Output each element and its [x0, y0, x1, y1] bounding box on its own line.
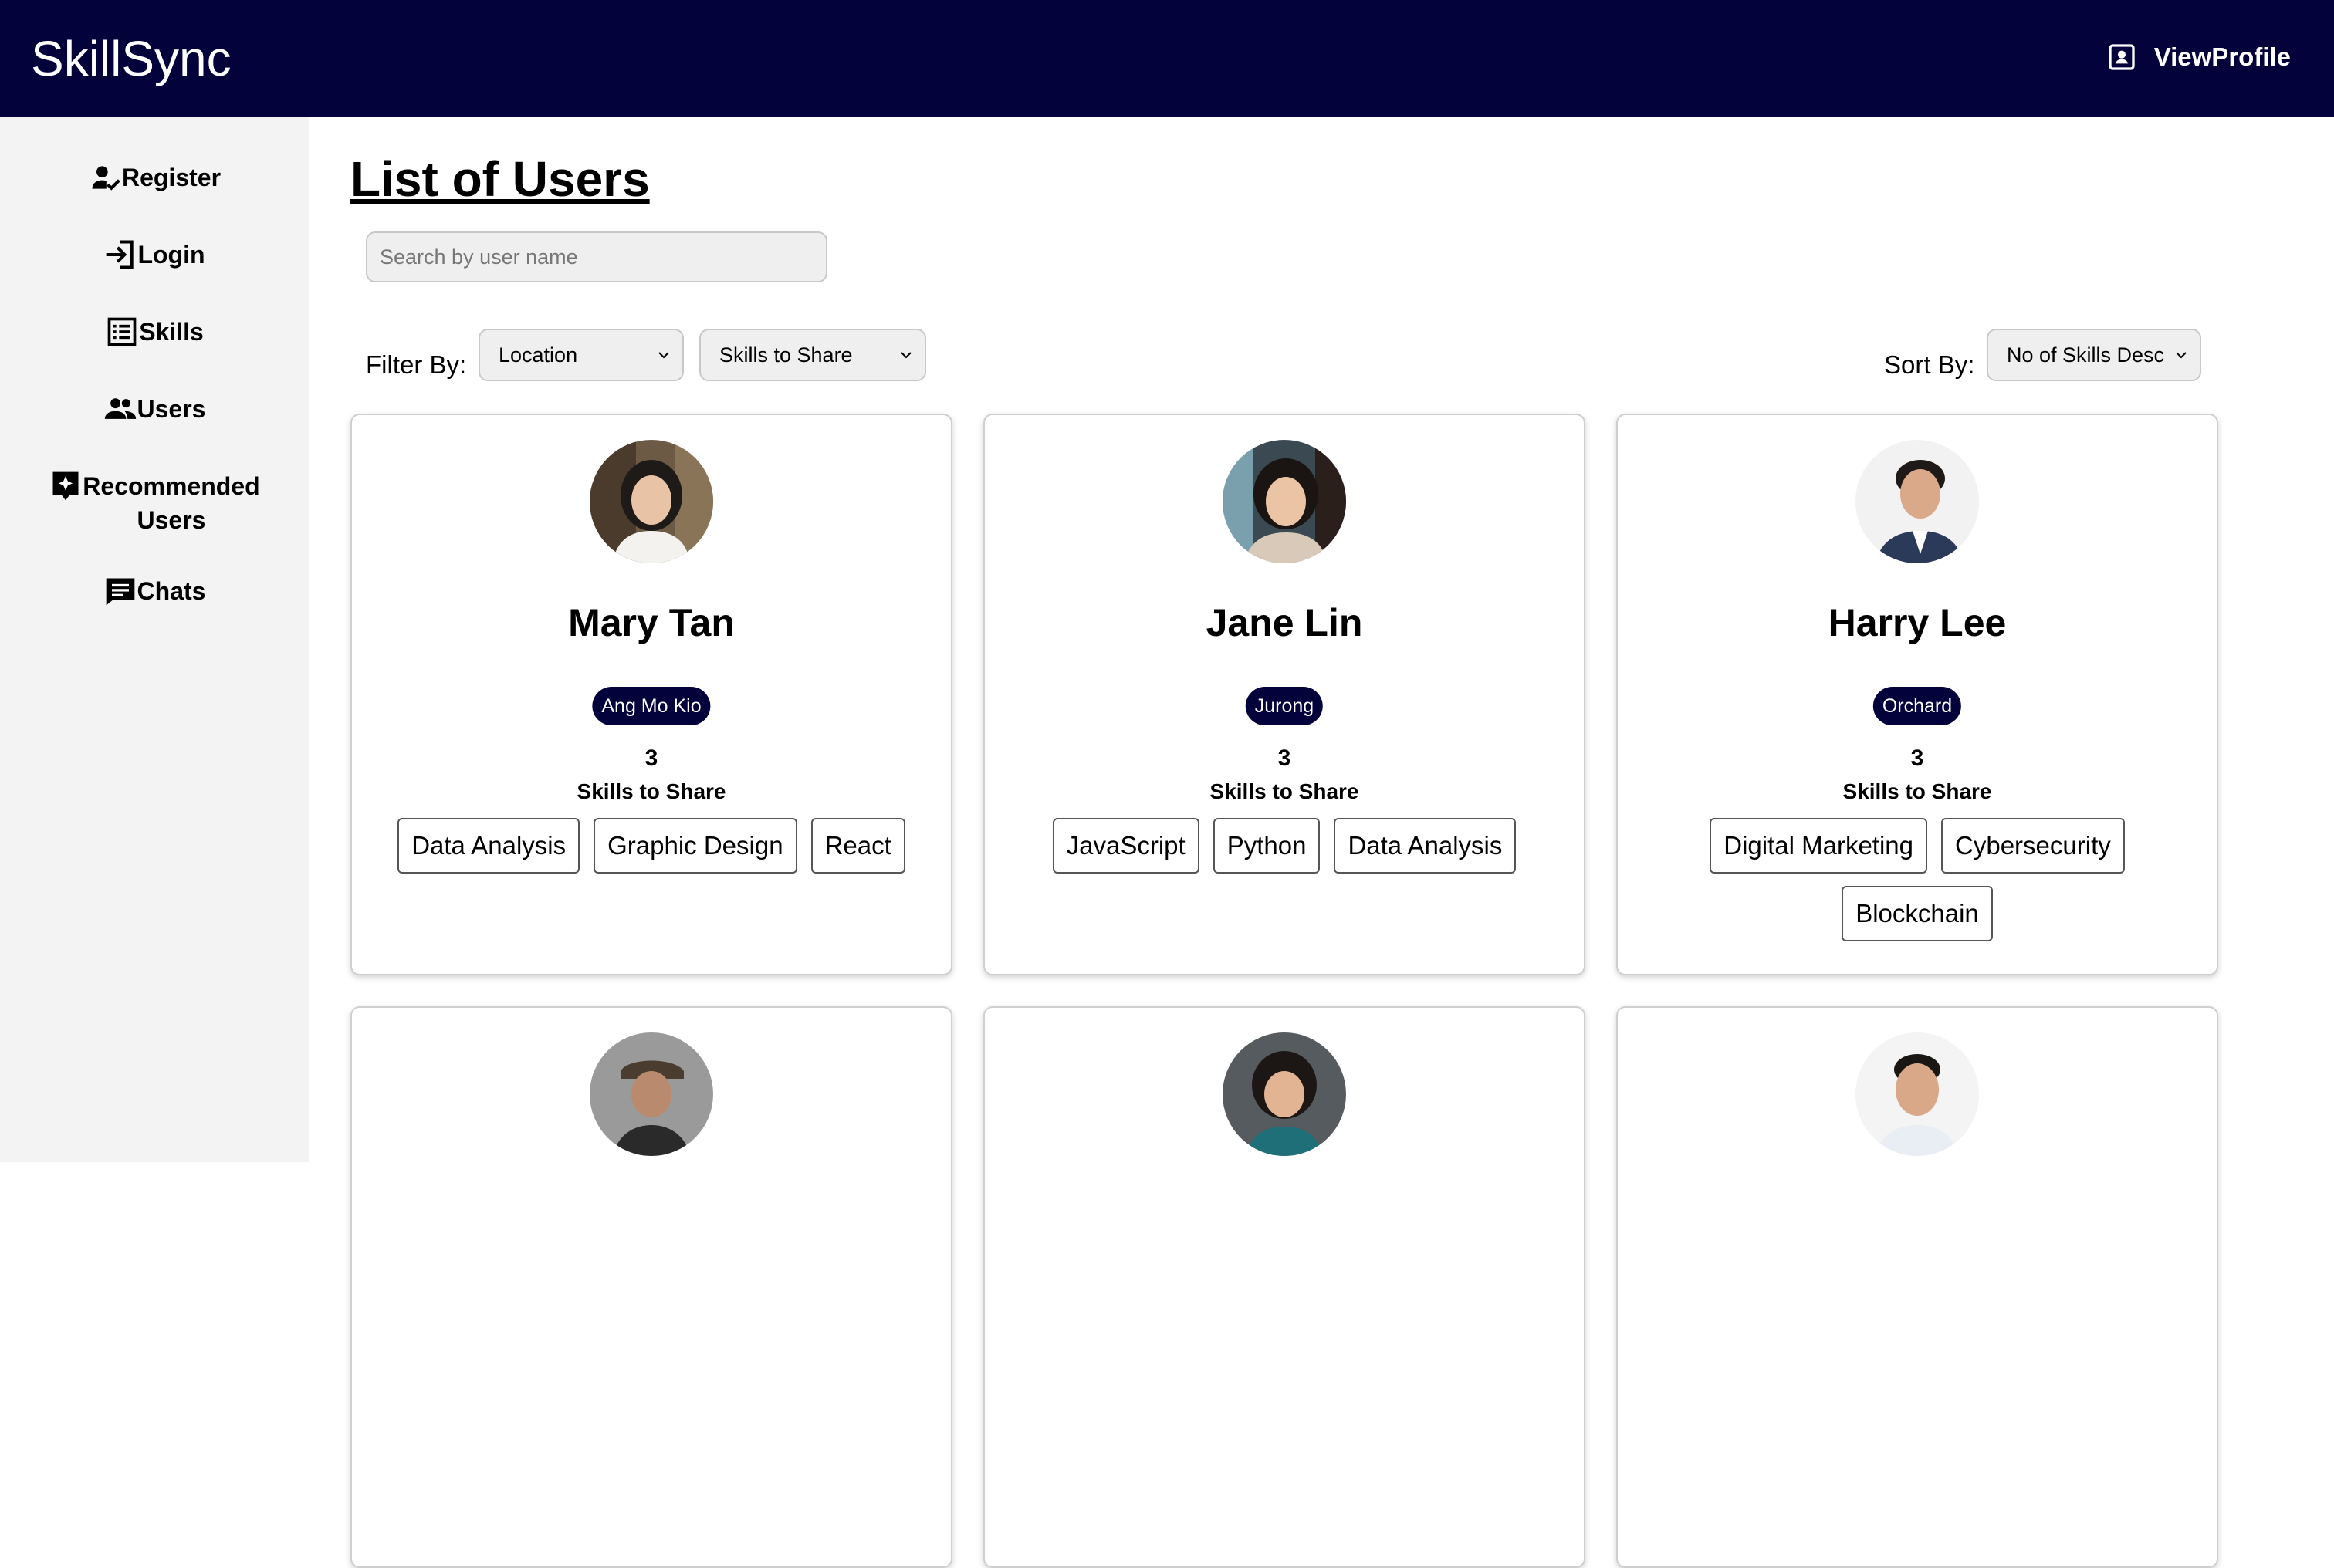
location-badge: Orchard — [1872, 687, 1962, 725]
skill-count: 3 — [644, 745, 658, 771]
avatar — [1855, 1032, 1979, 1156]
avatar-photo — [1855, 440, 1979, 563]
chevron-down-icon — [2176, 352, 2187, 359]
skill-chip[interactable]: Digital Marketing — [1710, 818, 1928, 874]
sidebar-item-label: Skills — [139, 318, 204, 346]
sort-label: Sort By: — [1884, 350, 1975, 379]
login-icon — [107, 240, 134, 269]
person-check-icon — [92, 166, 120, 191]
sidebar-item-label: Register — [121, 164, 222, 191]
skill-count: 3 — [1277, 745, 1291, 771]
user-name: Harry Lee — [1828, 601, 2007, 644]
filter-label: Filter By: — [366, 350, 467, 379]
view-profile-button[interactable]: ViewProfile — [2106, 37, 2291, 77]
user-card[interactable] — [1616, 1006, 2218, 1568]
avatar-photo — [590, 1032, 713, 1156]
sidebar-item-label-line2: Users — [137, 506, 206, 534]
avatar-photo — [1855, 1032, 1979, 1156]
sort-select[interactable]: No of Skills Desc — [1987, 329, 2201, 381]
sidebar-item-label: Users — [137, 395, 206, 423]
sidebar-item-users[interactable]: Users — [0, 392, 309, 426]
skills-to-share-label: Skills to Share — [1209, 779, 1359, 803]
location-badge: Jurong — [1245, 687, 1324, 725]
chevron-down-icon — [901, 352, 912, 359]
top-bar: SkillSync ViewProfile — [0, 0, 2334, 117]
location-badge: Ang Mo Kio — [592, 687, 711, 725]
location-filter-select[interactable]: Location — [479, 329, 684, 381]
skill-chip[interactable]: Data Analysis — [1334, 818, 1517, 874]
user-card[interactable] — [983, 1006, 1585, 1568]
page-title: List of Users — [350, 151, 650, 207]
sidebar-item-register[interactable]: Register — [0, 161, 309, 194]
skill-chip[interactable]: Cybersecurity — [1941, 818, 2125, 874]
sidebar-item-login[interactable]: Login — [0, 238, 309, 272]
skills-filter-value: Skills to Share — [719, 343, 853, 367]
user-card-harry-lee[interactable]: Harry Lee Orchard 3 Skills to Share Digi… — [1616, 414, 2218, 975]
user-card-jane-lin[interactable]: Jane Lin Jurong 3 Skills to Share JavaSc… — [983, 414, 1585, 975]
skill-chips: Digital Marketing Cybersecurity Blockcha… — [1649, 818, 2186, 941]
user-name: Mary Tan — [568, 601, 735, 644]
profile-icon — [2109, 44, 2135, 70]
sidebar-item-label: Recommended Users — [83, 469, 259, 537]
chat-icon — [106, 578, 134, 606]
sidebar-item-skills[interactable]: Skills — [0, 315, 309, 349]
skills-to-share-label: Skills to Share — [1842, 779, 1992, 803]
user-card[interactable] — [350, 1006, 952, 1568]
avatar — [590, 440, 713, 563]
chevron-down-icon — [658, 352, 669, 359]
sidebar-item-label-line1: Recommended — [83, 472, 260, 500]
app-title[interactable]: SkillSync — [31, 28, 232, 90]
sidebar: Register Login Skills Users Recommended … — [0, 117, 309, 1162]
skill-chips: Data Analysis Graphic Design React — [383, 818, 920, 874]
skill-chip[interactable]: Data Analysis — [397, 818, 580, 874]
avatar — [1223, 1032, 1346, 1156]
avatar — [590, 1032, 713, 1156]
skills-filter-select[interactable]: Skills to Share — [699, 329, 926, 381]
skill-chip[interactable]: Python — [1213, 818, 1321, 874]
location-filter-value: Location — [499, 343, 578, 367]
user-card-mary-tan[interactable]: Mary Tan Ang Mo Kio 3 Skills to Share Da… — [350, 414, 952, 975]
skill-chips: JavaScript Python Data Analysis — [1016, 818, 1553, 874]
sort-value: No of Skills Desc — [2007, 343, 2165, 367]
user-name: Jane Lin — [1206, 601, 1363, 644]
avatar-photo — [1223, 440, 1346, 563]
sparkle-icon — [52, 471, 79, 501]
search-input[interactable] — [366, 231, 827, 282]
skill-chip[interactable]: Blockchain — [1842, 886, 1993, 941]
skill-count: 3 — [1910, 745, 1924, 771]
skill-chip[interactable]: Graphic Design — [594, 818, 797, 874]
skills-to-share-label: Skills to Share — [577, 779, 726, 803]
view-profile-label: ViewProfile — [2153, 42, 2291, 71]
main-content: List of Users Filter By: Location Skills… — [309, 117, 2334, 1568]
list-icon — [107, 317, 137, 346]
avatar-photo — [590, 440, 713, 563]
sidebar-item-chats[interactable]: Chats — [0, 574, 309, 608]
skill-chip[interactable]: JavaScript — [1052, 818, 1199, 874]
group-icon — [104, 398, 136, 419]
skill-chip[interactable]: React — [810, 818, 905, 874]
sidebar-item-label: Chats — [137, 577, 206, 605]
sidebar-item-recommended-users[interactable]: Recommended Users — [0, 469, 309, 537]
avatar-photo — [1223, 1032, 1346, 1156]
sidebar-item-label: Login — [137, 241, 205, 269]
avatar — [1855, 440, 1979, 563]
avatar — [1223, 440, 1346, 563]
